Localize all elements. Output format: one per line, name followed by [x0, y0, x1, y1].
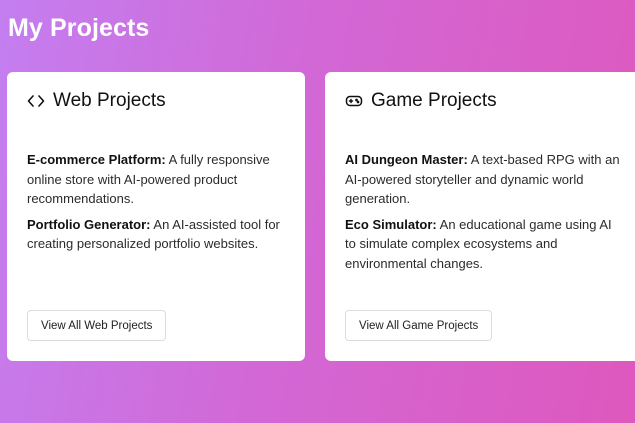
project-item: Eco Simulator: An educational game using…	[345, 215, 621, 274]
project-list: AI Dungeon Master: A text-based RPG with…	[345, 150, 621, 279]
project-item: AI Dungeon Master: A text-based RPG with…	[345, 150, 621, 209]
project-name: Portfolio Generator:	[27, 216, 151, 232]
card-header: Game Projects	[345, 90, 497, 112]
page-title: My Projects	[8, 14, 150, 42]
code-brackets-icon	[27, 92, 45, 110]
project-list: E-commerce Platform: A fully responsive …	[27, 150, 291, 260]
gamepad-icon	[345, 92, 363, 110]
card-title: Game Projects	[371, 90, 497, 111]
project-name: Eco Simulator:	[345, 216, 437, 232]
view-all-web-projects-button[interactable]: View All Web Projects	[27, 310, 167, 341]
project-item: E-commerce Platform: A fully responsive …	[27, 150, 291, 209]
card-header: Web Projects	[27, 90, 166, 112]
project-name: E-commerce Platform:	[27, 152, 166, 167]
card-title: Web Projects	[53, 90, 166, 111]
project-name: AI Dungeon Master:	[345, 152, 468, 167]
web-projects-card: Web Projects E-commerce Platform: A full…	[7, 72, 305, 361]
view-all-game-projects-button[interactable]: View All Game Projects	[345, 310, 493, 341]
game-projects-card: Game Projects AI Dungeon Master: A text-…	[325, 72, 635, 361]
project-item: Portfolio Generator: An AI-assisted tool…	[27, 215, 291, 254]
